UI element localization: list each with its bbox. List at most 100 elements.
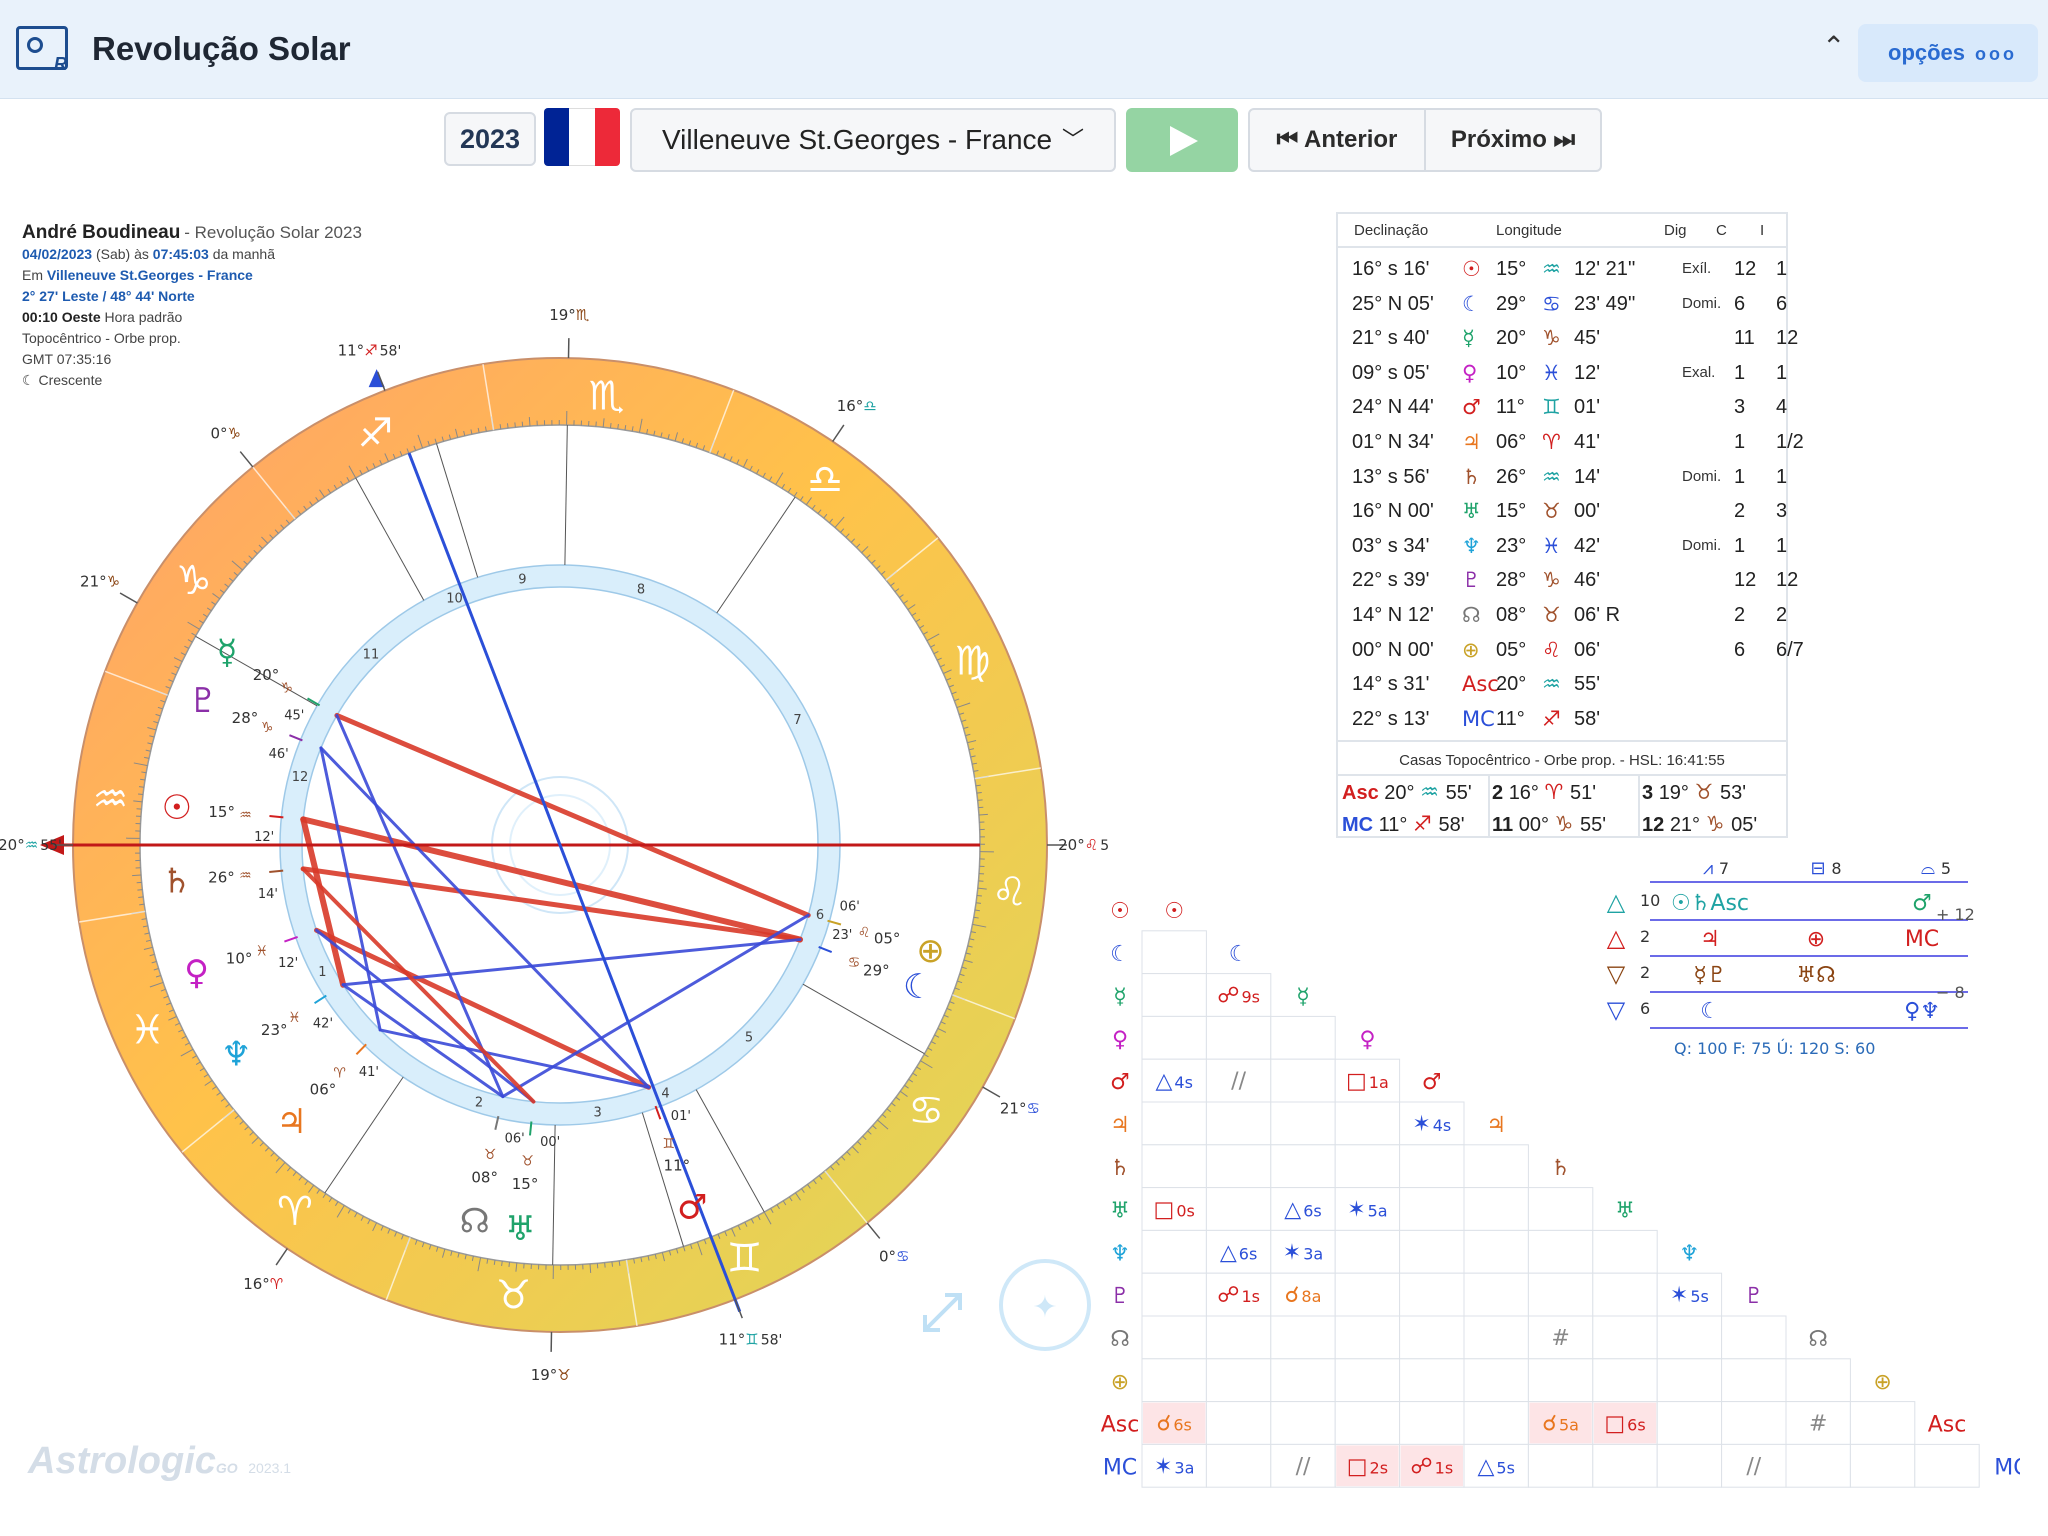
aspect-cell[interactable]: [1721, 1315, 1787, 1360]
previous-button[interactable]: ⏮ Anterior: [1250, 110, 1426, 170]
aspect-cell[interactable]: [1785, 1358, 1851, 1403]
aspect-cell[interactable]: [1270, 1015, 1336, 1060]
aspect-cell[interactable]: [1141, 1144, 1207, 1189]
collapse-icon[interactable]: ⌃: [1822, 30, 1845, 63]
position-row[interactable]: 14° s 31' Asc 20° ♒ 55': [1352, 667, 1792, 701]
element-count: 2: [1640, 963, 1650, 982]
aspect-cell[interactable]: [1205, 1401, 1272, 1445]
aspect-cell[interactable]: [1399, 1358, 1465, 1403]
aspect-cell[interactable]: [1205, 1315, 1272, 1360]
position-row[interactable]: 03° s 34' ♆ 23° ♓ 42' Domi. 1 1: [1352, 529, 1792, 563]
aspect-cell[interactable]: [1334, 1315, 1401, 1360]
aspect-cell[interactable]: [1270, 1144, 1336, 1189]
next-button[interactable]: Próximo ⏭: [1426, 110, 1600, 170]
planet-minute: 06': [840, 900, 860, 915]
aspect-cell[interactable]: [1721, 1401, 1787, 1445]
aspect-cell[interactable]: [1141, 1315, 1207, 1360]
aspect-cell[interactable]: [1656, 1315, 1723, 1360]
aspect-cell[interactable]: [1463, 1358, 1529, 1403]
planet-glyph: ☾: [903, 967, 933, 1007]
position-row[interactable]: 24° N 44' ♂ 11° ♊ 01' 3 4: [1352, 390, 1792, 424]
aspect-cell[interactable]: [1141, 1358, 1207, 1403]
aspect-cell[interactable]: [1334, 1101, 1401, 1146]
aspect-cell[interactable]: [1399, 1187, 1465, 1231]
aspect-cell[interactable]: [1463, 1144, 1529, 1189]
aspect-cell[interactable]: [1399, 1315, 1465, 1360]
aspect-cell[interactable]: [1656, 1443, 1723, 1488]
planet-sign: ♓: [255, 943, 268, 959]
aspect-cell[interactable]: [1141, 930, 1207, 975]
play-button[interactable]: [1126, 108, 1238, 172]
aspect-cell[interactable]: [1270, 1315, 1336, 1360]
house-c-value: 12: [1734, 258, 1757, 280]
aspect-cell[interactable]: [1141, 1272, 1207, 1317]
position-row[interactable]: 21° s 40' ☿ 20° ♑ 45' 11 12: [1352, 321, 1798, 355]
options-button[interactable]: opções ooo: [1858, 24, 2038, 82]
aspect-cell[interactable]: [1527, 1443, 1594, 1488]
aspect-cell[interactable]: [1141, 1229, 1207, 1274]
declination-value: 22° s 39': [1352, 569, 1430, 592]
aspect-cell[interactable]: [1399, 1401, 1465, 1445]
aspect-cell[interactable]: [1399, 1144, 1465, 1189]
aspect-cell[interactable]: [1399, 1229, 1465, 1274]
aspect-cell[interactable]: [1205, 1015, 1272, 1060]
position-row[interactable]: 09° s 05' ♀ 10° ♓ 12' Exal. 1 1: [1352, 356, 1792, 390]
position-row[interactable]: 16° N 00' ♅ 15° ♉ 00' 2 3: [1352, 494, 1792, 528]
position-row[interactable]: 22° s 13' MC 11° ♐ 58': [1352, 702, 1792, 736]
aspect-cell[interactable]: [1205, 1144, 1272, 1189]
position-row[interactable]: 22° s 39' ♇ 28° ♑ 46' 12 12: [1352, 563, 1798, 597]
aspect-cell[interactable]: [1205, 1101, 1272, 1146]
aspect-cell[interactable]: [1270, 1058, 1336, 1103]
aspect-cell[interactable]: [1270, 1358, 1336, 1403]
aspect-cell[interactable]: [1205, 1443, 1272, 1488]
aspect-cell[interactable]: [1592, 1315, 1658, 1360]
aspect-cell[interactable]: [1463, 1272, 1529, 1317]
aspect-cell[interactable]: [1463, 1229, 1529, 1274]
aspect-cell[interactable]: [1399, 1272, 1465, 1317]
aspect-cell[interactable]: [1334, 1144, 1401, 1189]
aspect-cell[interactable]: [1141, 1101, 1207, 1146]
aspect-cell[interactable]: [1334, 1229, 1401, 1274]
sign-icon: ♐: [1542, 706, 1561, 731]
expand-icon[interactable]: [923, 1293, 962, 1332]
year-selector[interactable]: 2023: [444, 112, 536, 166]
aspect-cell[interactable]: [1205, 1358, 1272, 1403]
position-row[interactable]: 00° N 00' ⊕ 05° ♌ 06' 6 6/7: [1352, 633, 1804, 667]
aspect-cell[interactable]: [1205, 1187, 1272, 1231]
aspect-cell[interactable]: [1141, 1015, 1207, 1060]
aspect-cell[interactable]: [1334, 1401, 1401, 1445]
aspect-cell[interactable]: [1592, 1229, 1658, 1274]
position-row[interactable]: 01° N 34' ♃ 06° ♈ 41' 1 1/2: [1352, 425, 1804, 459]
aspect-cell[interactable]: [1527, 1229, 1594, 1274]
aspect-cell[interactable]: [1527, 1358, 1594, 1403]
aspect-cell[interactable]: [1592, 1272, 1658, 1317]
aspect-cell[interactable]: [1141, 973, 1207, 1017]
aspect-cell[interactable]: [1270, 1401, 1336, 1445]
aspect-cell[interactable]: [1849, 1401, 1916, 1445]
position-row[interactable]: 16° s 16' ☉ 15° ♒ 12' 21'' Exíl. 12 1: [1352, 252, 1792, 286]
declination-value: 24° N 44': [1352, 396, 1434, 419]
position-row[interactable]: 14° N 12' ☊ 08° ♉ 06' R 2 2: [1352, 598, 1792, 632]
aspect-cell[interactable]: [1849, 1443, 1916, 1488]
aspect-cell[interactable]: [1592, 1443, 1658, 1488]
aspect-cell[interactable]: [1914, 1443, 1980, 1488]
aspect-cell[interactable]: [1656, 1401, 1723, 1445]
planet-symbol: ☾: [1462, 291, 1481, 316]
aspect-cell[interactable]: [1785, 1443, 1851, 1488]
aspect-cell[interactable]: [1592, 1358, 1658, 1403]
house-c-value: 1: [1734, 465, 1746, 488]
aspect-cell[interactable]: [1527, 1187, 1594, 1231]
aspect-cell[interactable]: [1334, 1358, 1401, 1403]
aspect-cell[interactable]: [1656, 1358, 1723, 1403]
aspect-cell[interactable]: [1527, 1272, 1594, 1317]
aspect-cell[interactable]: [1463, 1401, 1529, 1445]
position-row[interactable]: 25° N 05' ☾ 29° ♋ 23' 49'' Domi. 6 6: [1352, 287, 1792, 321]
aspect-cell[interactable]: [1721, 1358, 1787, 1403]
aspect-cell[interactable]: [1270, 1101, 1336, 1146]
aspect-cell[interactable]: [1463, 1187, 1529, 1231]
position-row[interactable]: 13° s 56' ♄ 26° ♒ 14' Domi. 1 1: [1352, 460, 1792, 494]
aspect-cell[interactable]: [1463, 1315, 1529, 1360]
location-dropdown[interactable]: Villeneuve St.Georges - France ﹀: [630, 108, 1116, 172]
magic-icon[interactable]: ✦: [999, 1259, 1091, 1351]
aspect-cell[interactable]: [1334, 1272, 1401, 1317]
